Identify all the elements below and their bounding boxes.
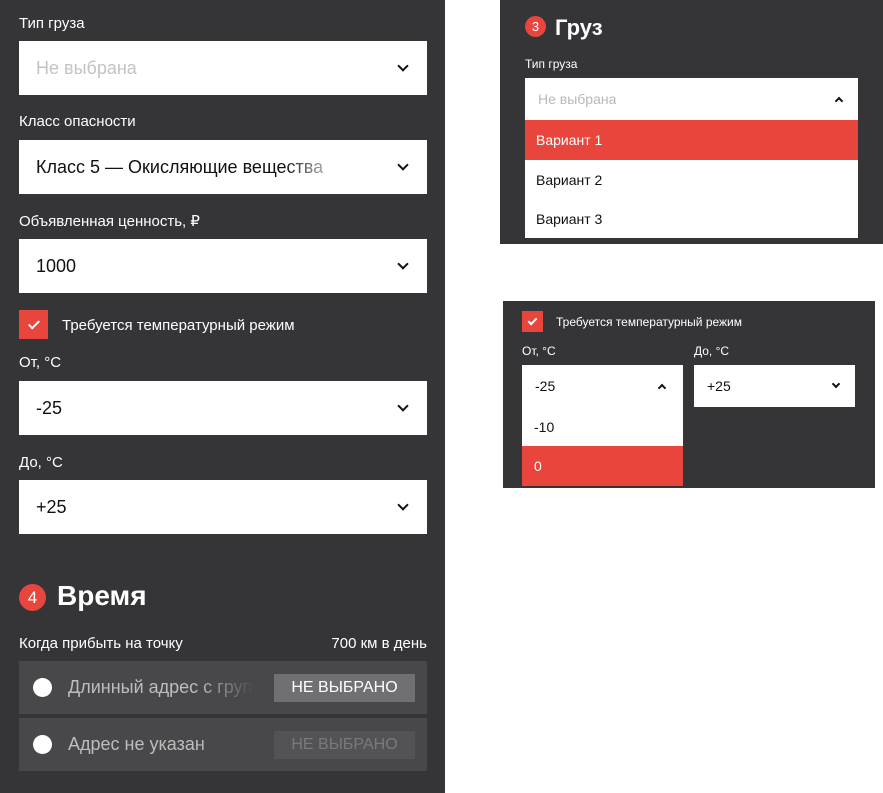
temp-to-value: +25 [707,378,731,394]
temp-to-select[interactable]: +25 [19,480,427,534]
temp-to-label: До, °С [694,344,730,358]
temperature-checkbox[interactable] [19,310,48,339]
cargo-type-select-open[interactable]: Не выбрана [525,78,858,120]
declared-value-label: Объявленная ценность, ₽ [19,213,200,230]
dropdown-option[interactable]: -10 [522,407,683,447]
cargo-type-value: Не выбрана [36,57,137,78]
radio-button[interactable] [33,678,52,697]
declared-value-value: 1000 [36,255,77,276]
temperature-checkbox-label[interactable]: Требуется температурный режим [556,315,742,329]
chevron-down-icon [397,59,409,72]
cargo-type-placeholder: Не выбрана [538,91,617,107]
dropdown-option[interactable]: Вариант 2 [525,160,858,200]
arrival-label: Когда прибыть на точку [19,635,183,652]
temperature-checkbox-label[interactable]: Требуется температурный режим [62,317,295,334]
point-address: Длинный адрес с группой [68,677,254,697]
temp-from-select[interactable]: -25 [19,381,427,435]
chevron-up-icon [834,96,844,106]
cargo-type-select[interactable]: Не выбрана [19,41,427,95]
declared-value-select[interactable]: 1000 [19,239,427,293]
cargo-section-title: Груз [555,15,603,40]
step-number-badge: 4 [19,584,46,611]
select-time-button[interactable]: НЕ ВЫБРАНО [274,674,415,702]
cargo-type-label: Тип груза [525,57,578,71]
temp-to-value: +25 [36,496,67,517]
dropdown-option[interactable]: Вариант 3 [525,199,858,238]
hazard-class-select[interactable]: Класс 5 — Окисляющие вещества [19,140,427,194]
chevron-down-icon [831,379,841,389]
hazard-class-label: Класс опасности [19,113,136,130]
temp-from-label: От, °С [19,354,62,371]
temperature-checkbox[interactable] [522,311,543,332]
dropdown-option[interactable]: 0 [522,446,683,486]
select-time-button-disabled: НЕ ВЫБРАНО [274,731,415,759]
temp-to-select[interactable]: +25 [694,365,855,407]
radio-button[interactable] [33,735,52,754]
temp-to-label: До, °С [19,454,63,471]
chevron-up-icon [657,383,667,393]
chevron-down-icon [397,257,409,270]
point-address: Адрес не указан [68,734,205,754]
temp-from-select-open[interactable]: -25 [522,365,683,407]
temp-from-value: -25 [535,378,556,394]
chevron-down-icon [397,498,409,511]
cargo-dropdown-panel: 3 Груз Тип груза Не выбрана Вариант 1 Ва… [500,0,883,244]
chevron-down-icon [397,399,409,412]
check-icon [27,316,40,330]
delivery-point-row[interactable]: Длинный адрес с группой НЕ ВЫБРАНО [19,661,427,714]
hazard-class-value: Класс 5 — Окисляющие вещества [36,156,324,177]
distance-per-day: 700 км в день [331,635,427,652]
temperature-dropdown-panel: Требуется температурный режим От, °С До,… [503,301,875,488]
temp-from-label: От, °С [522,344,556,358]
cargo-form-panel: Тип груза Не выбрана Класс опасности Кла… [0,0,445,793]
cargo-type-label: Тип груза [19,15,85,32]
temp-from-value: -25 [36,397,63,418]
dropdown-option[interactable]: Вариант 1 [525,120,858,160]
chevron-down-icon [397,158,409,171]
check-icon [527,315,538,326]
delivery-point-row[interactable]: Адрес не указан НЕ ВЫБРАНО [19,718,427,771]
step-number-badge: 3 [525,16,546,37]
time-section-title: Время [57,580,147,611]
